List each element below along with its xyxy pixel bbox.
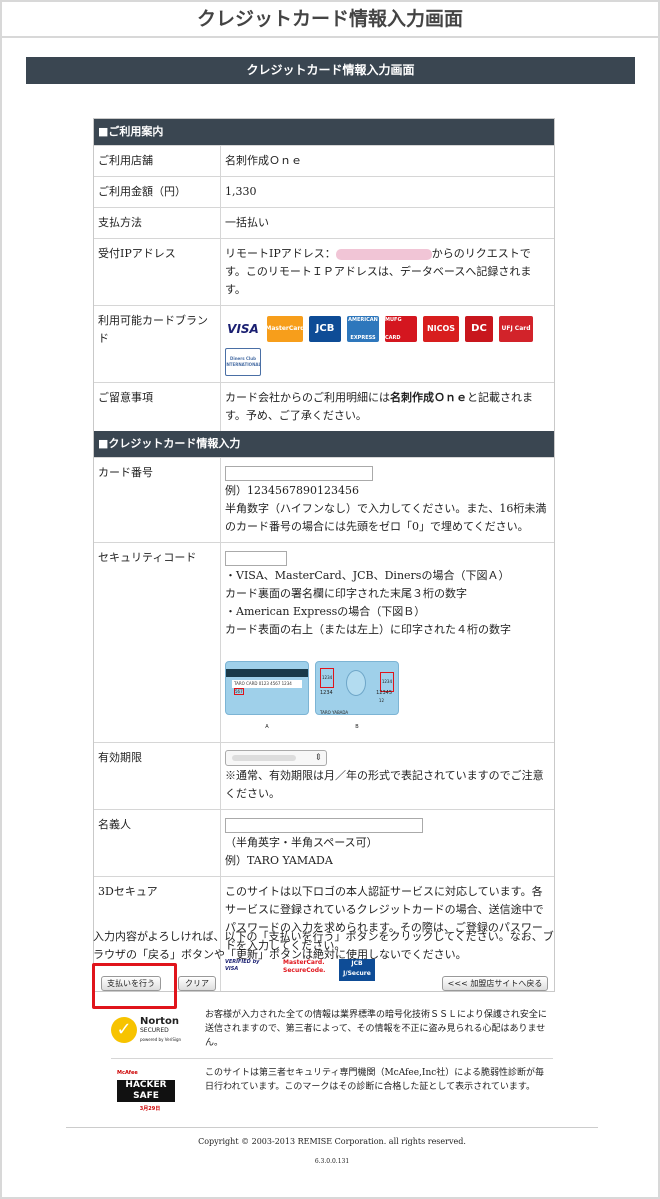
back-to-shop-button[interactable]: <<< 加盟店サイトへ戻る — [442, 976, 548, 991]
checkmark-icon: ✓ — [111, 1017, 137, 1043]
expiry-label: 有効期限 — [94, 743, 221, 809]
holder-name-input[interactable] — [225, 817, 423, 833]
holder-name-value: （半角英字・半角スペース可） 例）TARO YAMADA — [221, 810, 554, 876]
jcb-logo: JCB — [309, 316, 341, 342]
card-front-image: 1234 1234 1234 12345 12 TARO YABADA — [315, 661, 399, 715]
table-row: ご利用金額（円） 1,330 — [94, 176, 554, 207]
security-code-input[interactable] — [225, 550, 287, 566]
ufj-logo: UFJ Card — [499, 316, 533, 342]
security-line-2: カード裏面の署名欄に印字された末尾３桁の数字 — [225, 587, 467, 600]
ip-label: 受付IPアドレス — [94, 239, 221, 305]
card-number-input[interactable] — [225, 465, 373, 481]
card-section-header: ■クレジットカード情報入力 — [94, 431, 554, 457]
card-a-code: 567 — [234, 688, 244, 695]
amount-label: ご利用金額（円） — [94, 177, 221, 207]
mcafee-logo-date: 3月29日 — [139, 1106, 161, 1112]
norton-block: ✓ Norton SECURED powered by VeriSign お客様… — [111, 1008, 551, 1052]
payment-method-value: 一括払い — [225, 216, 269, 229]
select-arrow-icon: ⇕ — [314, 753, 322, 763]
expiry-select[interactable]: ⇕ — [225, 750, 327, 766]
security-line-4: カード表面の右上（または左上）に印字された４桁の数字 — [225, 623, 511, 636]
card-b-num1: 1234 — [320, 690, 333, 696]
notes-store-name: 名刺作成Ｏｎｅ — [390, 391, 467, 404]
card-b-name: TARO YABADA — [320, 710, 349, 715]
card-number-example: 例）1234567890123456 — [225, 484, 359, 497]
notes-label: ご留意事項 — [94, 383, 221, 431]
norton-logo-text: Norton — [140, 1015, 179, 1027]
ip-address-redacted — [335, 248, 432, 260]
clear-button[interactable]: クリア — [178, 976, 216, 991]
security-code-diagram: TARO CARD 0123 4567 1234 567 A 1234 1234… — [225, 661, 550, 736]
mcafee-hacker-safe-logo: McAfee HACKER SAFE 3月29日 — [111, 1066, 189, 1112]
card-a-caption: A — [265, 724, 269, 730]
amount-value: 1,330 — [225, 185, 257, 198]
version: 6.3.0.0.131 — [314, 1158, 350, 1165]
notes-value: カード会社からのご利用明細には名刺作成Ｏｎｅと記載されます。予め、ご了承ください… — [221, 383, 554, 431]
pay-button[interactable]: 支払いを行う — [101, 976, 161, 991]
copyright: Copyright © 2003-2013 REMISE Corporation… — [198, 1137, 466, 1146]
holder-name-help: （半角英字・半角スペース可） — [225, 836, 378, 849]
table-row: 名義人 （半角英字・半角スペース可） 例）TARO YAMADA — [94, 809, 554, 876]
mastercard-logo: MasterCard — [265, 316, 305, 342]
table-row: ご利用店舗 名刺作成Ｏｎｅ — [94, 145, 554, 176]
norton-text: お客様が入力された全ての情報は業界標準の暗号化技術ＳＳＬにより保護され安全に送信… — [205, 1010, 547, 1048]
notes-pre: カード会社からのご利用明細には — [225, 391, 390, 404]
card-number-help: 半角数字（ハイフンなし）で入力してください。また、16桁未満のカード番号の場合に… — [225, 502, 547, 533]
brands-label: 利用可能カードブランド — [94, 306, 221, 382]
mcafee-block: McAfee HACKER SAFE 3月29日 このサイトは第三者セキュリティ… — [111, 1066, 551, 1112]
norton-logo-by: powered by VeriSign — [140, 1036, 182, 1042]
divider — [111, 1058, 553, 1059]
submit-notice: 入力内容がよろしければ、以下の「支払いを行う」ボタンをクリックしてください。なお… — [93, 930, 554, 961]
visa-logo: VISA — [225, 316, 261, 342]
security-line-3: ・American Expressの場合（下図Ｂ） — [225, 605, 426, 618]
table-row: 有効期限 ⇕ ※通常、有効期限は月／年の形式で表記されていますのでご注意ください… — [94, 742, 554, 809]
table-row: ご留意事項 カード会社からのご利用明細には名刺作成Ｏｎｅと記載されます。予め、ご… — [94, 382, 554, 431]
mcafee-logo-top: McAfee — [117, 1070, 138, 1076]
security-line-1: ・VISA、MasterCard、JCB、Dinersの場合（下図Ａ） — [225, 569, 510, 582]
ip-value: リモートIPアドレス： からのリクエストです。このリモートＩＰアドレスは、データベ… — [221, 239, 554, 305]
security-code-label: セキュリティコード — [94, 543, 221, 742]
table-row: 受付IPアドレス リモートIPアドレス： からのリクエストです。このリモートＩＰア… — [94, 238, 554, 305]
payment-method-label: 支払方法 — [94, 208, 221, 238]
card-number-label: カード番号 — [94, 458, 221, 542]
card-back-image: TARO CARD 0123 4567 1234 567 — [225, 661, 309, 715]
security-code-value: ・VISA、MasterCard、JCB、Dinersの場合（下図Ａ） カード裏… — [221, 543, 554, 742]
expiry-value: ⇕ ※通常、有効期限は月／年の形式で表記されていますのでご注意ください。 — [221, 743, 554, 809]
nicos-logo: NICOS — [423, 316, 459, 342]
page-title: クレジットカード情報入力画面 — [2, 2, 658, 38]
usage-section-header: ■ご利用案内 — [94, 119, 554, 145]
store-label: ご利用店舗 — [94, 146, 221, 176]
diners-logo: Diners Club INTERNATIONAL — [225, 348, 261, 376]
table-row: カード番号 例）1234567890123456 半角数字（ハイフンなし）で入力… — [94, 457, 554, 542]
mcafee-logo-main: HACKER SAFE — [117, 1080, 175, 1102]
payment-table: ■ご利用案内 ご利用店舗 名刺作成Ｏｎｅ ご利用金額（円） 1,330 支払方法… — [93, 118, 555, 992]
signature-text: TARO CARD 0123 4567 — [234, 681, 281, 686]
card-b-num3: 12 — [378, 698, 384, 703]
card-a-prefix: 1234 — [281, 681, 292, 686]
header-band: クレジットカード情報入力画面 — [26, 57, 635, 84]
holder-name-label: 名義人 — [94, 810, 221, 876]
brands-value: VISA MasterCard JCB AMERICAN EXPRESS MUF… — [221, 306, 554, 382]
expiry-help: ※通常、有効期限は月／年の形式で表記されていますのでご注意ください。 — [225, 769, 544, 800]
mcafee-text: このサイトは第三者セキュリティ専門機関（McAfee,Inc社）による脆弱性診断… — [205, 1068, 545, 1092]
signature-strip: TARO CARD 0123 4567 1234 567 — [232, 680, 302, 695]
holder-name-example: 例）TARO YAMADA — [225, 854, 333, 867]
table-row: 利用可能カードブランド VISA MasterCard JCB AMERICAN… — [94, 305, 554, 382]
ip-prefix: リモートIPアドレス： — [225, 247, 336, 260]
mufg-logo: MUFG CARD — [385, 316, 417, 342]
card-number-value: 例）1234567890123456 半角数字（ハイフンなし）で入力してください… — [221, 458, 554, 542]
amex-logo: AMERICAN EXPRESS — [347, 316, 379, 342]
table-row: 支払方法 一括払い — [94, 207, 554, 238]
norton-logo: ✓ Norton SECURED powered by VeriSign — [111, 1008, 189, 1052]
norton-logo-sub: SECURED — [140, 1026, 169, 1034]
store-value: 名刺作成Ｏｎｅ — [225, 154, 302, 167]
table-row: セキュリティコード ・VISA、MasterCard、JCB、Dinersの場合… — [94, 542, 554, 742]
dc-logo: DC — [465, 316, 493, 342]
footer: Copyright © 2003-2013 REMISE Corporation… — [66, 1127, 598, 1168]
